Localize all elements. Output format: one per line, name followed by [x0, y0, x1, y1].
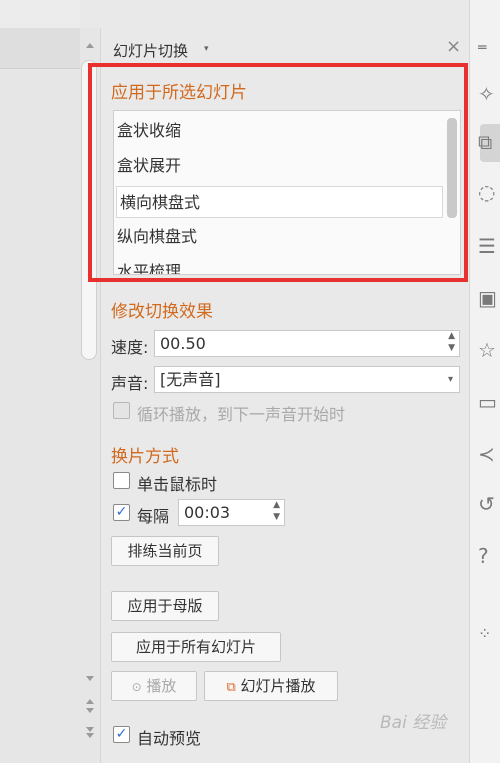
transition-icon[interactable]: ⧉ — [478, 130, 500, 154]
sound-select[interactable]: [无声音] ▾ — [154, 366, 460, 393]
on-click-label: 单击鼠标时 — [137, 475, 218, 494]
backup-icon[interactable]: ▭ — [478, 390, 500, 414]
menu-icon[interactable]: ═ — [478, 40, 500, 56]
settings-icon[interactable]: ☰ — [478, 234, 500, 258]
slide-editing-area — [0, 28, 80, 763]
play-icon: ⊙ — [131, 680, 142, 694]
apply-all-button[interactable]: 应用于所有幻灯片 — [111, 632, 281, 662]
every-checkbox[interactable]: ✓ — [113, 504, 130, 521]
close-icon[interactable]: × — [446, 36, 461, 57]
picture-icon[interactable]: ▣ — [478, 286, 500, 310]
apply-master-button[interactable]: 应用于母版 — [111, 591, 219, 621]
stepper-icon[interactable]: ▲ ▼ — [448, 330, 455, 354]
previous-slide-icon[interactable] — [86, 699, 94, 704]
speed-value: 00.50 — [160, 334, 206, 353]
share-icon[interactable]: ≺ — [478, 442, 500, 466]
panel-title[interactable]: 幻灯片切换 — [113, 40, 188, 61]
sound-label: 声音: — [111, 374, 149, 393]
previous-slide-icon-lower — [86, 708, 94, 713]
advance-method-heading: 换片方式 — [111, 447, 179, 467]
more-icon[interactable]: ⁘ — [478, 624, 500, 643]
next-slide-icon[interactable] — [86, 727, 94, 732]
star-icon[interactable]: ☆ — [478, 338, 500, 362]
auto-preview-label: 自动预览 — [137, 729, 202, 748]
on-click-checkbox[interactable] — [113, 472, 130, 489]
red-highlight-box — [88, 63, 468, 282]
interval-input[interactable]: 00:03 ▲ ▼ — [178, 499, 285, 526]
play-label: 播放 — [146, 677, 177, 695]
loop-checkbox[interactable] — [113, 402, 130, 419]
play-button[interactable]: ⊙ 播放 — [111, 671, 197, 701]
history-icon[interactable]: ↺ — [478, 492, 500, 516]
loop-label: 循环播放，到下一声音开始时 — [137, 405, 346, 424]
chevron-down-icon[interactable]: ▾ — [448, 367, 453, 392]
slide-area-edge — [0, 28, 80, 69]
sound-value: [无声音] — [160, 370, 221, 389]
slideshow-icon: ⧉ — [226, 680, 236, 695]
scroll-down-icon[interactable] — [86, 676, 94, 681]
auto-preview-checkbox[interactable]: ✓ — [113, 726, 130, 743]
slideshow-button[interactable]: ⧉ 幻灯片播放 — [204, 671, 338, 701]
magic-icon[interactable]: ✧ — [478, 82, 500, 106]
stepper-icon[interactable]: ▲ ▼ — [273, 499, 280, 523]
modify-transition-heading: 修改切换效果 — [111, 302, 213, 322]
help-icon[interactable]: ? — [478, 544, 500, 568]
top-bar — [0, 0, 80, 28]
every-label: 每隔 — [137, 507, 170, 526]
speed-input[interactable]: 00.50 ▲ ▼ — [154, 330, 460, 357]
next-slide-icon-lower — [86, 733, 94, 738]
watermark: Bai 经验 — [380, 713, 447, 733]
chevron-down-icon[interactable]: ▾ — [204, 44, 209, 54]
slideshow-label: 幻灯片播放 — [240, 677, 316, 695]
right-icon-bar — [469, 0, 500, 763]
scroll-up-icon[interactable] — [86, 43, 94, 48]
speed-label: 速度: — [111, 338, 149, 357]
rehearse-button[interactable]: 排练当前页 — [111, 536, 219, 566]
interval-value: 00:03 — [184, 503, 231, 522]
shape-icon[interactable]: ◌ — [478, 180, 500, 204]
